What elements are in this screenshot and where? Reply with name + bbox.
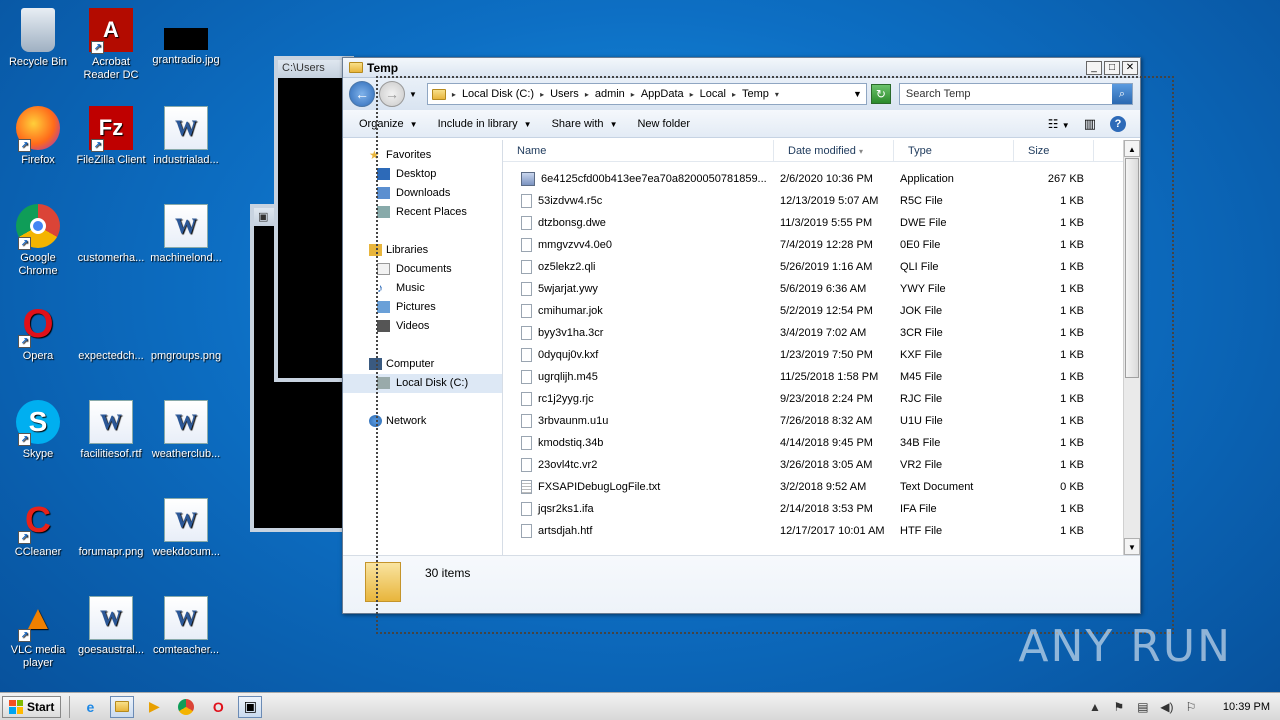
- desktop-icon-pmgroups[interactable]: pmgroups.png: [148, 302, 224, 363]
- blank-file-icon: [89, 302, 133, 346]
- show-hidden-icons-icon[interactable]: ▲: [1087, 699, 1103, 715]
- minimize-button[interactable]: _: [1086, 60, 1102, 75]
- action-center-icon[interactable]: ⚑: [1111, 699, 1127, 715]
- desktop-icon-comteacher[interactable]: W comteacher...: [148, 596, 224, 657]
- flag-icon[interactable]: ⚐: [1183, 699, 1199, 715]
- chrome-icon: ↗: [16, 204, 60, 250]
- acrobat-icon: A ↗: [89, 8, 133, 54]
- recycle-bin-icon: [21, 8, 55, 52]
- word-document-icon: W: [164, 106, 208, 150]
- system-tray: ▲ ⚑ ▤ ◀) ⚐ 10:39 PM: [1087, 699, 1280, 715]
- title-bar[interactable]: Temp _ □ ✕: [343, 58, 1140, 78]
- desktop-icon-firefox[interactable]: ↗ Firefox: [0, 106, 76, 167]
- desktop-icon-machinelond[interactable]: W machinelond...: [148, 204, 224, 265]
- image-file-icon: [164, 28, 208, 50]
- filezilla-icon: Fz ↗: [89, 106, 133, 152]
- desktop-icon-expectedch[interactable]: expectedch...: [73, 302, 149, 363]
- desktop-icon-facilitiesof[interactable]: W facilitiesof.rtf: [73, 400, 149, 461]
- chrome-taskbar-icon[interactable]: [174, 696, 198, 718]
- desktop-icon-filezilla[interactable]: Fz ↗ FileZilla Client: [73, 106, 149, 167]
- back-button[interactable]: ←: [349, 81, 375, 107]
- desktop-icon-industrialad[interactable]: W industrialad...: [148, 106, 224, 167]
- window-title: Temp: [367, 60, 399, 75]
- start-button[interactable]: Start: [2, 695, 62, 718]
- desktop-icon-goesaustral[interactable]: W goesaustral...: [73, 596, 149, 657]
- taskbar: Start e ▶ O ▣ ▲ ⚑ ▤ ◀) ⚐ 10:39 PM: [0, 692, 1280, 720]
- blank-file-icon: [164, 302, 208, 346]
- media-player-icon[interactable]: ▶: [142, 696, 166, 718]
- internet-explorer-icon[interactable]: e: [78, 696, 102, 718]
- volume-icon[interactable]: ◀): [1159, 699, 1175, 715]
- close-button[interactable]: ✕: [1122, 60, 1138, 75]
- blank-file-icon: [89, 204, 133, 248]
- start-label: Start: [27, 699, 55, 714]
- word-document-icon: W: [89, 400, 133, 444]
- opera-icon: O ↗: [16, 302, 60, 348]
- folder-icon: [349, 62, 363, 73]
- ccleaner-icon: C ↗: [16, 498, 60, 544]
- desktop-icon-acrobat[interactable]: A ↗ Acrobat Reader DC: [73, 8, 149, 82]
- clock[interactable]: 10:39 PM: [1223, 701, 1270, 713]
- vlc-icon: ▲ ↗: [16, 596, 60, 642]
- desktop-icon-grantradio[interactable]: grantradio.jpg: [148, 8, 224, 67]
- desktop-icon-chrome[interactable]: ↗ Google Chrome: [0, 204, 76, 278]
- console-title[interactable]: C:\Users: [278, 60, 350, 78]
- desktop-icon-opera[interactable]: O ↗ Opera: [0, 302, 76, 363]
- desktop-icon-weatherclub[interactable]: W weatherclub...: [148, 400, 224, 461]
- maximize-button[interactable]: □: [1104, 60, 1120, 75]
- console-taskbar-icon[interactable]: ▣: [238, 695, 263, 718]
- drag-outline: [376, 76, 1174, 634]
- file-explorer-taskbar-icon[interactable]: [110, 695, 135, 718]
- word-document-icon: W: [164, 400, 208, 444]
- desktop-icon-vlc[interactable]: ▲ ↗ VLC media player: [0, 596, 76, 670]
- anyrun-watermark: ANY RUN: [1018, 621, 1232, 672]
- network-tray-icon[interactable]: ▤: [1135, 699, 1151, 715]
- skype-icon: S ↗: [16, 400, 60, 446]
- firefox-icon: ↗: [16, 106, 60, 152]
- desktop-icon-customerha[interactable]: customerha...: [73, 204, 149, 265]
- desktop-icon-skype[interactable]: S ↗ Skype: [0, 400, 76, 461]
- word-document-icon: W: [164, 204, 208, 248]
- blank-file-icon: [89, 498, 133, 542]
- opera-taskbar-icon[interactable]: O: [206, 696, 230, 718]
- desktop-icon-weekdocum[interactable]: W weekdocum...: [148, 498, 224, 559]
- desktop-icon-ccleaner[interactable]: C ↗ CCleaner: [0, 498, 76, 559]
- desktop-icon-recycle-bin[interactable]: Recycle Bin: [0, 8, 76, 69]
- word-document-icon: W: [164, 498, 208, 542]
- desktop-icon-forumapr[interactable]: forumapr.png: [73, 498, 149, 559]
- word-document-icon: W: [89, 596, 133, 640]
- windows-logo-icon: [9, 699, 23, 714]
- word-document-icon: W: [164, 596, 208, 640]
